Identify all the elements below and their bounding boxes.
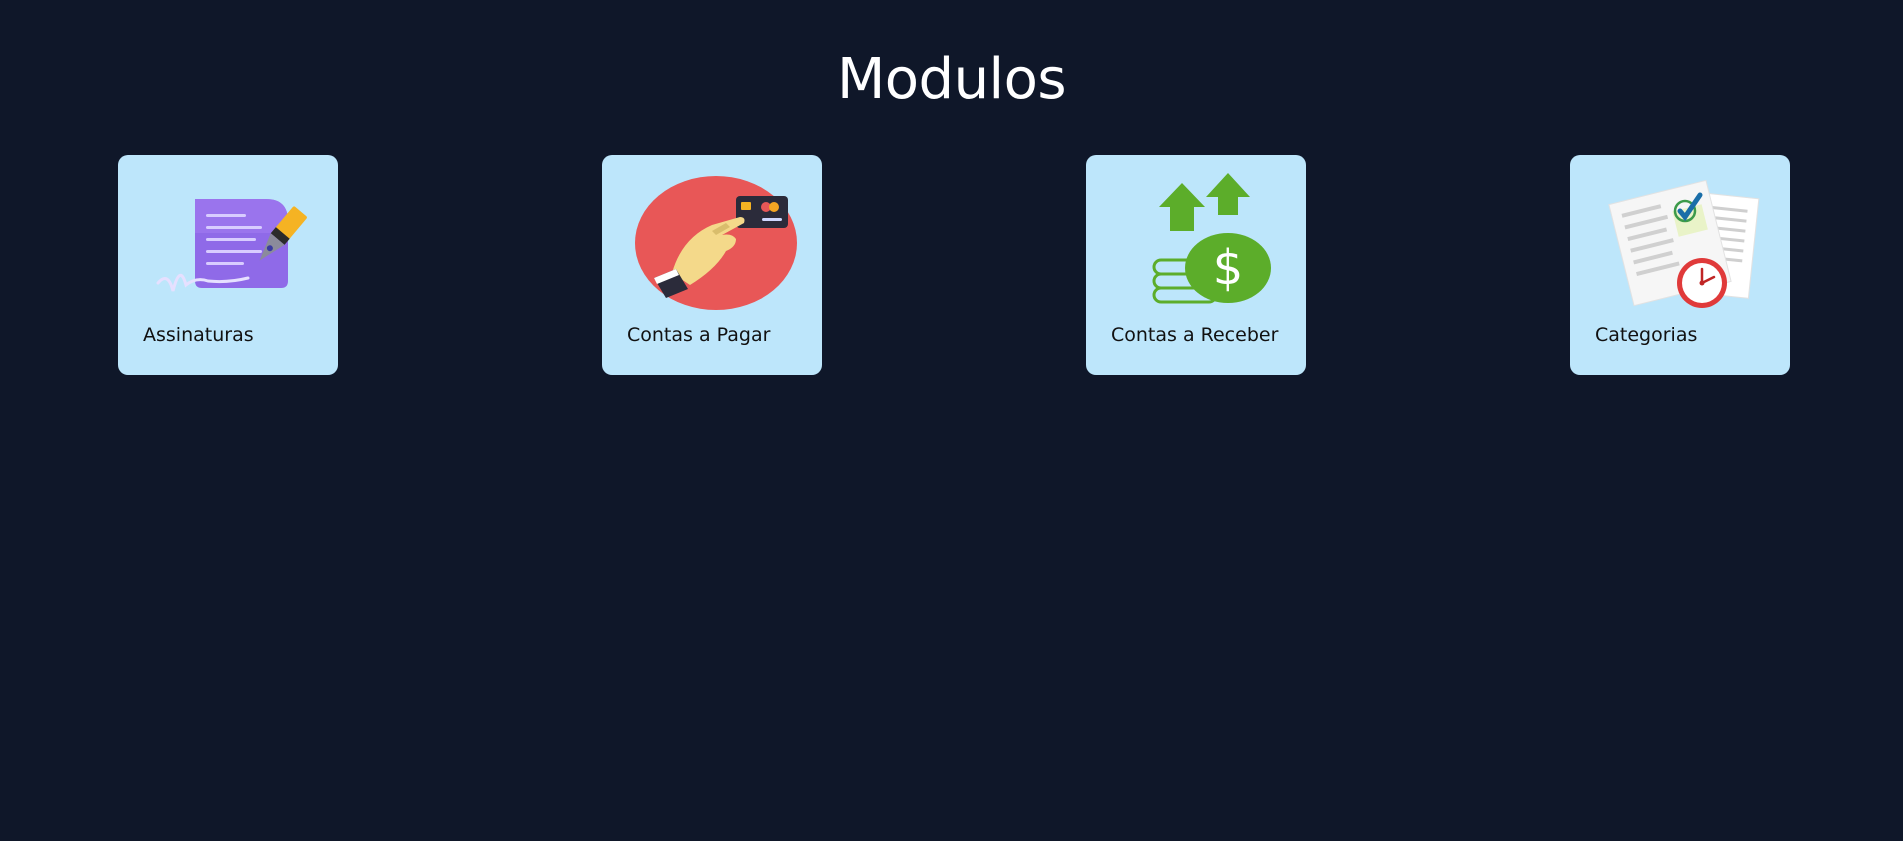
documents-clock-icon [1600,173,1770,311]
module-card-contas-a-pagar[interactable]: Contas a Pagar [602,155,822,375]
module-label: Assinaturas [143,324,254,346]
module-card-assinaturas[interactable]: Assinaturas [118,155,338,375]
module-label: Contas a Receber [1111,324,1279,346]
money-growth-icon: $ [1116,173,1286,311]
module-label: Categorias [1595,324,1698,346]
module-label: Contas a Pagar [627,324,771,346]
card-payment-icon [632,173,802,311]
modules-grid: Assinaturas Contas a Pagar $ Contas a Re… [0,155,1903,375]
module-card-contas-a-receber[interactable]: $ Contas a Receber [1086,155,1306,375]
module-card-categorias[interactable]: Categorias [1570,155,1790,375]
page-title: Modulos [836,47,1067,112]
svg-text:$: $ [1213,240,1244,296]
signature-pen-icon [148,173,318,311]
